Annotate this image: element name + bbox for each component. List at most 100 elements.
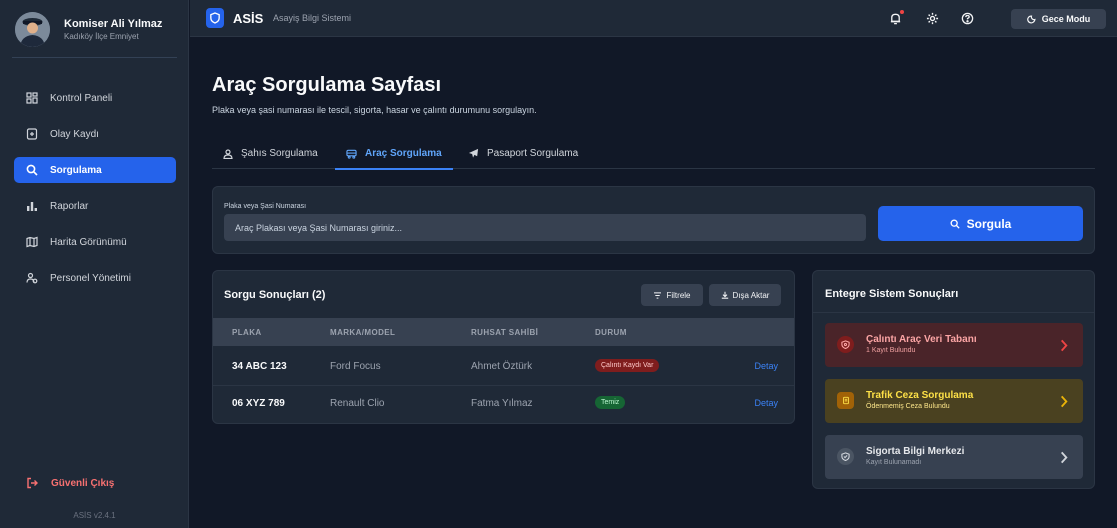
plate-search-input[interactable]	[224, 214, 866, 241]
moon-icon	[1026, 14, 1036, 24]
model-cell: Ford Focus	[330, 361, 381, 372]
table-row[interactable]: 34 ABC 123 Ford Focus Ahmet Öztürk Çalın…	[213, 349, 794, 384]
file-plus-icon	[26, 128, 38, 140]
officer-avatar-icon	[15, 11, 50, 47]
results-table-header: PLAKA MARKA/MODEL RUHSAT SAHİBİ DURUM	[213, 318, 794, 346]
export-button[interactable]: Dışa Aktar	[709, 284, 781, 306]
sidebar-item-dashboard[interactable]: Kontrol Paneli	[14, 85, 176, 111]
column-header-status: DURUM	[595, 328, 627, 337]
brand-subtitle: Asayiş Bilgi Sistemi	[273, 13, 352, 23]
model-cell: Renault Clio	[330, 398, 385, 409]
query-button[interactable]: Sorgula	[878, 206, 1083, 241]
page-title: Araç Sorgulama Sayfası	[212, 74, 441, 96]
column-header-owner: RUHSAT SAHİBİ	[471, 328, 539, 337]
shield-check-icon	[837, 448, 854, 465]
logout-button[interactable]: Güvenli Çıkış	[26, 477, 114, 489]
table-row[interactable]: 06 XYZ 789 Renault Clio Fatma Yılmaz Tem…	[213, 385, 794, 420]
sidebar-item-label: Kontrol Paneli	[50, 92, 113, 104]
filter-icon	[653, 291, 662, 299]
car-icon	[346, 149, 357, 159]
settings-gear-icon[interactable]	[925, 11, 939, 25]
map-icon	[26, 236, 38, 248]
item-subtitle: Ödenmemiş Ceza Bulundu	[866, 403, 950, 410]
item-title: Trafik Ceza Sorgulama	[866, 390, 974, 401]
user-name: Komiser Ali Yılmaz	[64, 17, 163, 30]
shield-logo-icon	[206, 8, 224, 28]
bar-chart-icon	[26, 200, 38, 212]
sidebar-item-label: Olay Kaydı	[50, 128, 99, 140]
sidebar-item-personnel[interactable]: Personel Yönetimi	[14, 265, 176, 291]
users-icon	[26, 272, 38, 284]
owner-cell: Ahmet Öztürk	[471, 361, 533, 372]
query-results-card: Sorgu Sonuçları (2) Filtrele Dışa Aktar …	[212, 270, 795, 424]
traffic-fine-item[interactable]: Trafik Ceza Sorgulama Ödenmemiş Ceza Bul…	[825, 379, 1083, 423]
search-label: Plaka veya Şasi Numarası	[224, 203, 307, 210]
tab-label: Araç Sorgulama	[365, 148, 442, 159]
plate-cell: 34 ABC 123	[232, 361, 287, 372]
sidebar-item-label: Sorgulama	[50, 164, 102, 176]
topbar: ASİS Asayiş Bilgi Sistemi Gece Modu	[190, 0, 1117, 37]
filter-button[interactable]: Filtrele	[641, 284, 703, 306]
column-header-plate: PLAKA	[232, 328, 262, 337]
sidebar: Komiser Ali Yılmaz Kadıköy İlçe Emniyet …	[0, 0, 189, 528]
item-subtitle: Kayıt Bulunamadı	[866, 459, 922, 466]
sidebar-item-reports[interactable]: Raporlar	[14, 193, 176, 219]
query-tabs: Şahıs Sorgulama Araç Sorgulama Pasaport …	[212, 138, 1095, 170]
status-badge: Temiz	[595, 396, 626, 409]
chevron-right-icon	[1058, 448, 1070, 466]
dashboard-icon	[26, 92, 38, 104]
stolen-vehicle-db-item[interactable]: Çalıntı Araç Veri Tabanı 1 Kayıt Bulundu	[825, 323, 1083, 367]
item-title: Sigorta Bilgi Merkezi	[866, 446, 965, 457]
night-mode-label: Gece Modu	[1041, 14, 1091, 24]
owner-cell: Fatma Yılmaz	[471, 398, 533, 409]
sidebar-nav: Kontrol Paneli Olay Kaydı Sorgulama Rapo…	[14, 85, 176, 301]
receipt-icon	[837, 392, 854, 409]
shield-alert-icon	[837, 336, 854, 353]
tab-label: Şahıs Sorgulama	[241, 148, 318, 159]
detail-link[interactable]: Detay	[754, 398, 778, 408]
tab-label: Pasaport Sorgulama	[487, 148, 579, 159]
user-profile[interactable]: Komiser Ali Yılmaz Kadıköy İlçe Emniyet	[0, 0, 189, 58]
brand-title: ASİS	[233, 11, 264, 26]
plate-cell: 06 XYZ 789	[232, 398, 285, 409]
item-title: Çalıntı Araç Veri Tabanı	[866, 334, 977, 345]
detail-link[interactable]: Detay	[754, 361, 778, 371]
search-icon	[950, 219, 960, 229]
insurance-info-item[interactable]: Sigorta Bilgi Merkezi Kayıt Bulunamadı	[825, 435, 1083, 479]
vehicle-search-card: Plaka veya Şasi Numarası Sorgula	[212, 186, 1095, 254]
tab-person-query[interactable]: Şahıs Sorgulama	[223, 138, 318, 169]
status-badge: Çalıntı Kaydı Var	[595, 359, 660, 372]
integrated-systems-card: Entegre Sistem Sonuçları Çalıntı Araç Ve…	[812, 270, 1095, 489]
plane-icon	[468, 148, 479, 159]
tab-vehicle-query[interactable]: Araç Sorgulama	[335, 138, 453, 170]
results-title: Sorgu Sonuçları (2)	[224, 289, 326, 301]
search-icon	[26, 164, 38, 176]
item-subtitle: 1 Kayıt Bulundu	[866, 347, 916, 354]
page-subtitle: Plaka veya şasi numarası ile tescil, sig…	[212, 105, 537, 115]
sidebar-item-label: Raporlar	[50, 200, 89, 212]
sidebar-item-incident[interactable]: Olay Kaydı	[14, 121, 176, 147]
night-mode-button[interactable]: Gece Modu	[1011, 9, 1106, 29]
logout-icon	[26, 477, 38, 489]
logout-label: Güvenli Çıkış	[51, 477, 115, 489]
filter-label: Filtrele	[666, 290, 691, 300]
download-icon	[721, 291, 729, 299]
query-button-label: Sorgula	[966, 216, 1012, 231]
app-version: ASİS v2.4.1	[73, 511, 116, 520]
notification-dot	[900, 10, 904, 14]
notification-bell-icon[interactable]	[888, 10, 904, 25]
export-label: Dışa Aktar	[732, 290, 770, 300]
tab-passport-query[interactable]: Pasaport Sorgulama	[468, 138, 578, 169]
integrated-title: Entegre Sistem Sonuçları	[825, 288, 959, 300]
column-header-model: MARKA/MODEL	[330, 328, 396, 337]
chevron-right-icon	[1058, 336, 1070, 354]
sidebar-item-label: Personel Yönetimi	[50, 272, 131, 284]
chevron-right-icon	[1058, 392, 1070, 410]
sidebar-item-query[interactable]: Sorgulama	[14, 157, 176, 183]
avatar	[15, 11, 50, 47]
user-unit: Kadıköy İlçe Emniyet	[64, 31, 139, 41]
sidebar-item-label: Harita Görünümü	[50, 236, 127, 248]
person-icon	[223, 148, 233, 159]
sidebar-item-map[interactable]: Harita Görünümü	[14, 229, 176, 255]
help-icon[interactable]	[960, 11, 974, 25]
